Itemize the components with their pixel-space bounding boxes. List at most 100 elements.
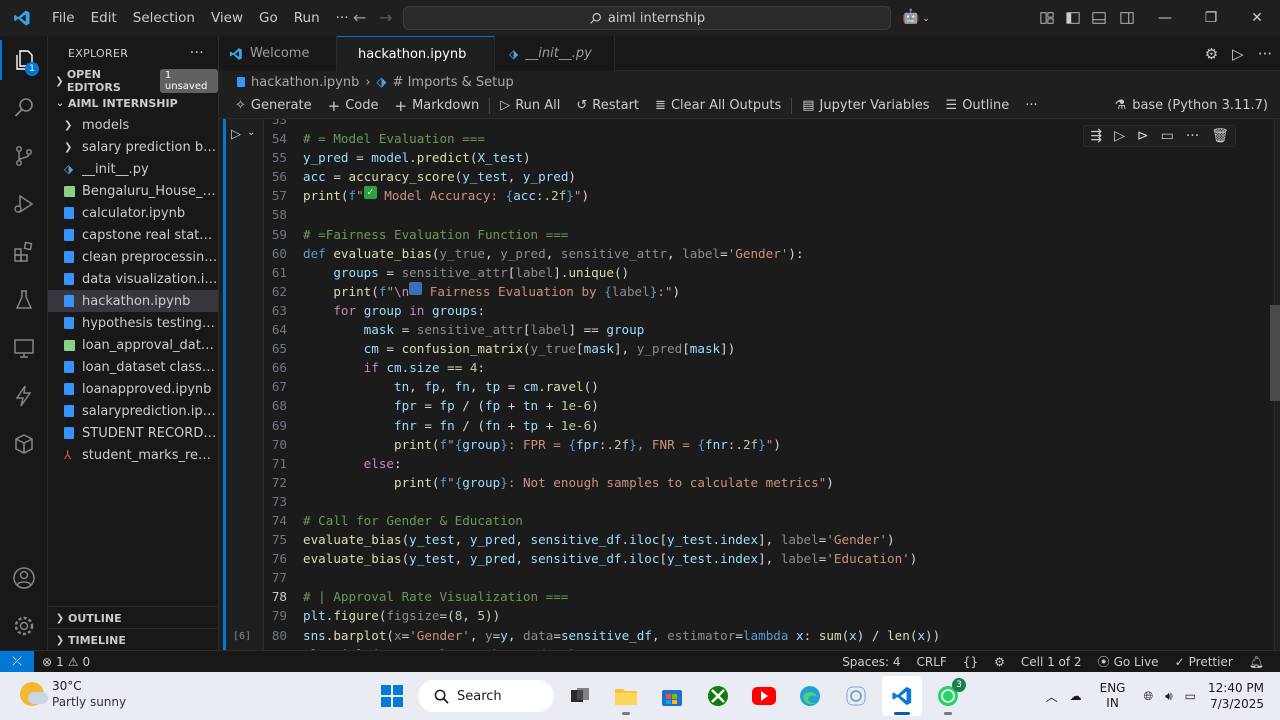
menu-selection[interactable]: Selection (125, 0, 203, 36)
add-code-button[interactable]: + Code (320, 97, 387, 115)
command-center-search[interactable]: aiml internship (403, 6, 891, 30)
tree-item[interactable]: data visualization.ipynb (48, 268, 218, 290)
workspace-root-section[interactable]: ⌄ AIML INTERNSHIP (48, 92, 218, 114)
tree-item[interactable]: Bengaluru_House_Dat... (48, 180, 218, 202)
outline-section[interactable]: ❯ OUTLINE (48, 606, 218, 629)
copilot-icon[interactable]: 🤖 ⌄ (902, 9, 930, 25)
tree-item[interactable]: ⅄ student_marks_report... (48, 444, 218, 466)
tree-item[interactable]: ❯ models (48, 114, 218, 136)
search-icon[interactable] (0, 84, 48, 132)
add-markdown-button[interactable]: + Markdown (386, 97, 487, 115)
toggle-sidebar-icon[interactable] (1060, 0, 1086, 36)
jupyter-variables-button[interactable]: ▤ Jupyter Variables (794, 98, 937, 113)
close-icon[interactable]: ✕ (1234, 0, 1280, 36)
split-cell-icon[interactable]: ▭ (1161, 128, 1174, 144)
network-globe-icon[interactable]: 🌐︎ (1137, 689, 1159, 704)
xbox-icon[interactable] (698, 676, 738, 716)
indentation-status[interactable]: Spaces: 4 (834, 655, 908, 669)
generate-button[interactable]: ✧ Generate (227, 98, 320, 113)
whatsapp-icon[interactable]: 3 (928, 676, 968, 716)
run-debug-icon[interactable] (0, 180, 48, 228)
outline-button[interactable]: ☰ Outline (938, 98, 1018, 113)
tree-item[interactable]: hypothesis testing.ipy... (48, 312, 218, 334)
toolbar-more-button[interactable]: ··· (1017, 98, 1045, 113)
tree-item[interactable]: salaryprediction.ipynb (48, 400, 218, 422)
tab-hackathon[interactable]: hackathon.ipynb (337, 36, 495, 71)
tree-item[interactable]: loan_approval_datase... (48, 334, 218, 356)
manage-gear-icon[interactable] (0, 602, 48, 650)
execute-below-icon[interactable]: ⊳ (1137, 128, 1149, 144)
settings-gear-icon[interactable]: ⚙ (1205, 45, 1218, 63)
menu-go[interactable]: Go (251, 0, 286, 36)
tree-item[interactable]: loan_dataset classifica... (48, 356, 218, 378)
tree-item[interactable]: loanapproved.ipynb (48, 378, 218, 400)
tree-item[interactable]: capstone real state pr... (48, 224, 218, 246)
onedrive-icon[interactable]: ☁ (1064, 689, 1088, 703)
tree-item[interactable]: ❯ salary prediction by li... (48, 136, 218, 158)
volume-icon[interactable]: 🔊︎ (1159, 689, 1179, 704)
tree-item[interactable]: ⬗ __init__.py (48, 158, 218, 180)
battery-icon[interactable]: ▭ (1179, 689, 1202, 703)
run-by-line-icon[interactable]: ⇶ (1090, 128, 1102, 144)
run-all-button[interactable]: ▷ Run All (492, 98, 568, 113)
start-button[interactable] (372, 676, 412, 716)
kernel-picker[interactable]: ⚗ base (Python 3.11.7) (1115, 98, 1268, 113)
back-arrow-icon[interactable]: ← (345, 8, 374, 27)
toggle-secondary-sidebar-icon[interactable] (1112, 0, 1142, 36)
menu-edit[interactable]: Edit (83, 0, 125, 36)
task-view-icon[interactable] (560, 676, 600, 716)
forward-arrow-icon[interactable]: → (371, 8, 400, 27)
tab-welcome[interactable]: Welcome (219, 36, 337, 71)
source-control-icon[interactable] (0, 132, 48, 180)
restart-button[interactable]: ↺ Restart (568, 98, 647, 113)
language-indicator[interactable]: ENG IN (1088, 681, 1138, 711)
run-cell-icon[interactable]: ▷ (231, 127, 241, 142)
code-editor[interactable]: 53 54 # = Model Evaluation === 55 y_pred = m… (263, 119, 940, 650)
eol-status[interactable]: CRLF (909, 655, 955, 669)
extensions-icon[interactable] (0, 228, 48, 276)
toggle-panel-icon[interactable] (1086, 0, 1112, 36)
language-braces-status[interactable]: {} (955, 655, 986, 669)
breadcrumb-file[interactable]: hackathon.ipynb (251, 75, 359, 90)
run-icon[interactable]: ▷ (1232, 45, 1244, 63)
delete-cell-icon[interactable]: 🗑 (1211, 128, 1229, 144)
remote-indicator-icon[interactable]: ⤫ (0, 650, 34, 673)
menu-file[interactable]: File (44, 0, 83, 36)
vscode-taskbar-icon[interactable] (882, 676, 922, 716)
restore-icon[interactable]: ❐ (1188, 0, 1234, 36)
execute-above-icon[interactable]: ▷ (1114, 128, 1125, 144)
taskbar-search[interactable]: Search (418, 680, 554, 712)
store-icon[interactable] (652, 676, 692, 716)
edge-browser-icon[interactable] (790, 676, 830, 716)
tree-item[interactable]: calculator.ipynb (48, 202, 218, 224)
tree-item[interactable]: hackathon.ipynb (48, 290, 218, 312)
open-editors-section[interactable]: ❯ OPEN EDITORS 1 unsaved (48, 68, 219, 94)
problems-indicator[interactable]: ⊗ 1 ⚠ 0 (34, 655, 98, 669)
remote-explorer-icon[interactable] (0, 324, 48, 372)
testing-flask-icon[interactable] (0, 276, 48, 324)
menu-view[interactable]: View (203, 0, 251, 36)
explorer-more-icon[interactable]: ··· (190, 45, 204, 61)
customize-layout-icon[interactable] (1034, 0, 1060, 36)
clock[interactable]: 12:40 PM 7/3/2025 (1202, 680, 1280, 712)
file-explorer-icon[interactable] (606, 676, 646, 716)
tree-item[interactable]: STUDENT RECORD M... (48, 422, 218, 444)
tab-init-py[interactable]: ⬗ __init__.py (495, 36, 615, 71)
show-hidden-icons-chevron-icon[interactable]: ︿ (1040, 688, 1064, 705)
go-live-button[interactable]: ⦿ Go Live (1090, 653, 1167, 670)
account-icon[interactable] (0, 554, 48, 602)
timeline-section[interactable]: ❯ TIMELINE (48, 628, 218, 651)
clear-outputs-button[interactable]: ≣ Clear All Outputs (647, 98, 789, 113)
copilot-app-icon[interactable] (836, 676, 876, 716)
explorer-icon[interactable]: 1 (0, 36, 48, 84)
run-options-chevron-icon[interactable]: ⌄ (247, 127, 255, 142)
copilot-status-icon[interactable]: ⚙ (986, 655, 1013, 669)
breadcrumb-section[interactable]: # Imports & Setup (393, 75, 514, 90)
more-actions-icon[interactable]: ··· (1258, 45, 1272, 63)
cell-status[interactable]: Cell 1 of 2 (1013, 655, 1090, 669)
vertical-scrollbar[interactable] (1270, 305, 1280, 401)
lightning-icon[interactable] (0, 372, 48, 420)
cell-more-icon[interactable]: ··· (1186, 128, 1199, 144)
prettier-status[interactable]: ✓ Prettier (1167, 655, 1241, 669)
weather-widget[interactable]: 30°C Partly sunny (20, 678, 126, 710)
